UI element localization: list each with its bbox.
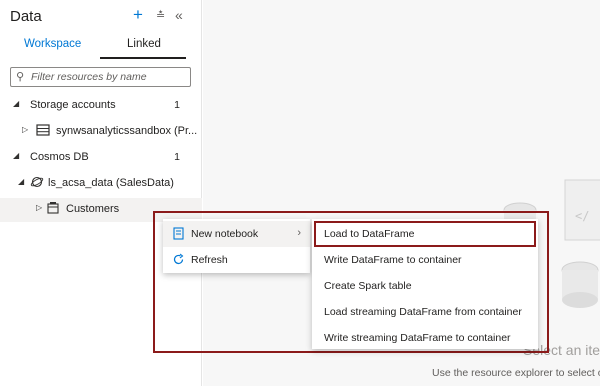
caret-down-icon[interactable]: ◢	[18, 177, 24, 186]
tree-item-label: ls_acsa_data (SalesData)	[48, 177, 174, 189]
caret-right-icon[interactable]: ▷	[36, 203, 42, 212]
panel-title: Data	[10, 8, 42, 25]
tree-item-storage-account[interactable]: ▷ synwsanalyticssandbox (Pr...	[0, 120, 202, 144]
caret-down-icon[interactable]: ◢	[13, 99, 19, 108]
tree-group-cosmos-db[interactable]: ◢ Cosmos DB 1	[0, 146, 202, 170]
tab-workspace[interactable]: Workspace	[24, 38, 81, 54]
submenu-item-create-spark-table[interactable]: Create Spark table	[312, 273, 538, 299]
menu-item-new-notebook[interactable]: New notebook ›	[163, 221, 310, 247]
cosmos-db-icon	[30, 176, 44, 188]
search-icon: ⚲	[16, 71, 25, 83]
caret-down-icon[interactable]: ◢	[13, 151, 19, 160]
submenu-item-label: Create Spark table	[324, 280, 412, 292]
filter-input[interactable]	[31, 69, 186, 85]
submenu-item-write-dataframe[interactable]: Write DataFrame to container	[312, 247, 538, 273]
expand-all-icon[interactable]: ≛	[156, 9, 165, 22]
container-icon	[47, 202, 59, 214]
add-icon[interactable]: +	[133, 5, 143, 25]
svg-text:</: </	[575, 209, 589, 223]
storage-account-icon	[36, 124, 50, 136]
menu-item-label: Refresh	[191, 254, 228, 266]
tree-item-label: Customers	[66, 203, 120, 215]
submenu-item-label: Load streaming DataFrame from container	[324, 306, 522, 318]
tree-group-count: 1	[174, 151, 180, 163]
tree-group-count: 1	[174, 99, 180, 111]
chevron-right-icon: ›	[297, 227, 301, 239]
submenu-item-write-streaming-dataframe[interactable]: Write streaming DataFrame to container	[312, 325, 538, 351]
tree-group-label: Cosmos DB	[30, 151, 89, 163]
notebook-icon	[173, 227, 184, 240]
submenu-item-label: Write streaming DataFrame to container	[324, 332, 511, 344]
filter-box: ⚲	[10, 67, 191, 87]
empty-state-subtitle: Use the resource explorer to select o	[432, 367, 600, 379]
caret-right-icon[interactable]: ▷	[22, 125, 28, 134]
context-menu: New notebook › Refresh	[163, 219, 310, 273]
active-tab-indicator	[100, 57, 186, 59]
menu-item-refresh[interactable]: Refresh	[163, 247, 310, 273]
submenu-item-load-streaming-dataframe[interactable]: Load streaming DataFrame from container	[312, 299, 538, 325]
submenu-item-label: Write DataFrame to container	[324, 254, 462, 266]
tree-group-label: Storage accounts	[30, 99, 116, 111]
tree-item-cosmos-account[interactable]: ◢ ls_acsa_data (SalesData)	[0, 172, 202, 196]
submenu-selection-highlight	[314, 221, 536, 247]
collapse-panel-icon[interactable]: «	[175, 7, 183, 23]
refresh-icon	[173, 253, 184, 265]
tree-group-storage-accounts[interactable]: ◢ Storage accounts 1	[0, 94, 202, 118]
tree-item-label: synwsanalyticssandbox (Pr...	[56, 125, 198, 137]
tab-linked[interactable]: Linked	[127, 38, 161, 54]
menu-item-label: New notebook	[191, 228, 259, 240]
